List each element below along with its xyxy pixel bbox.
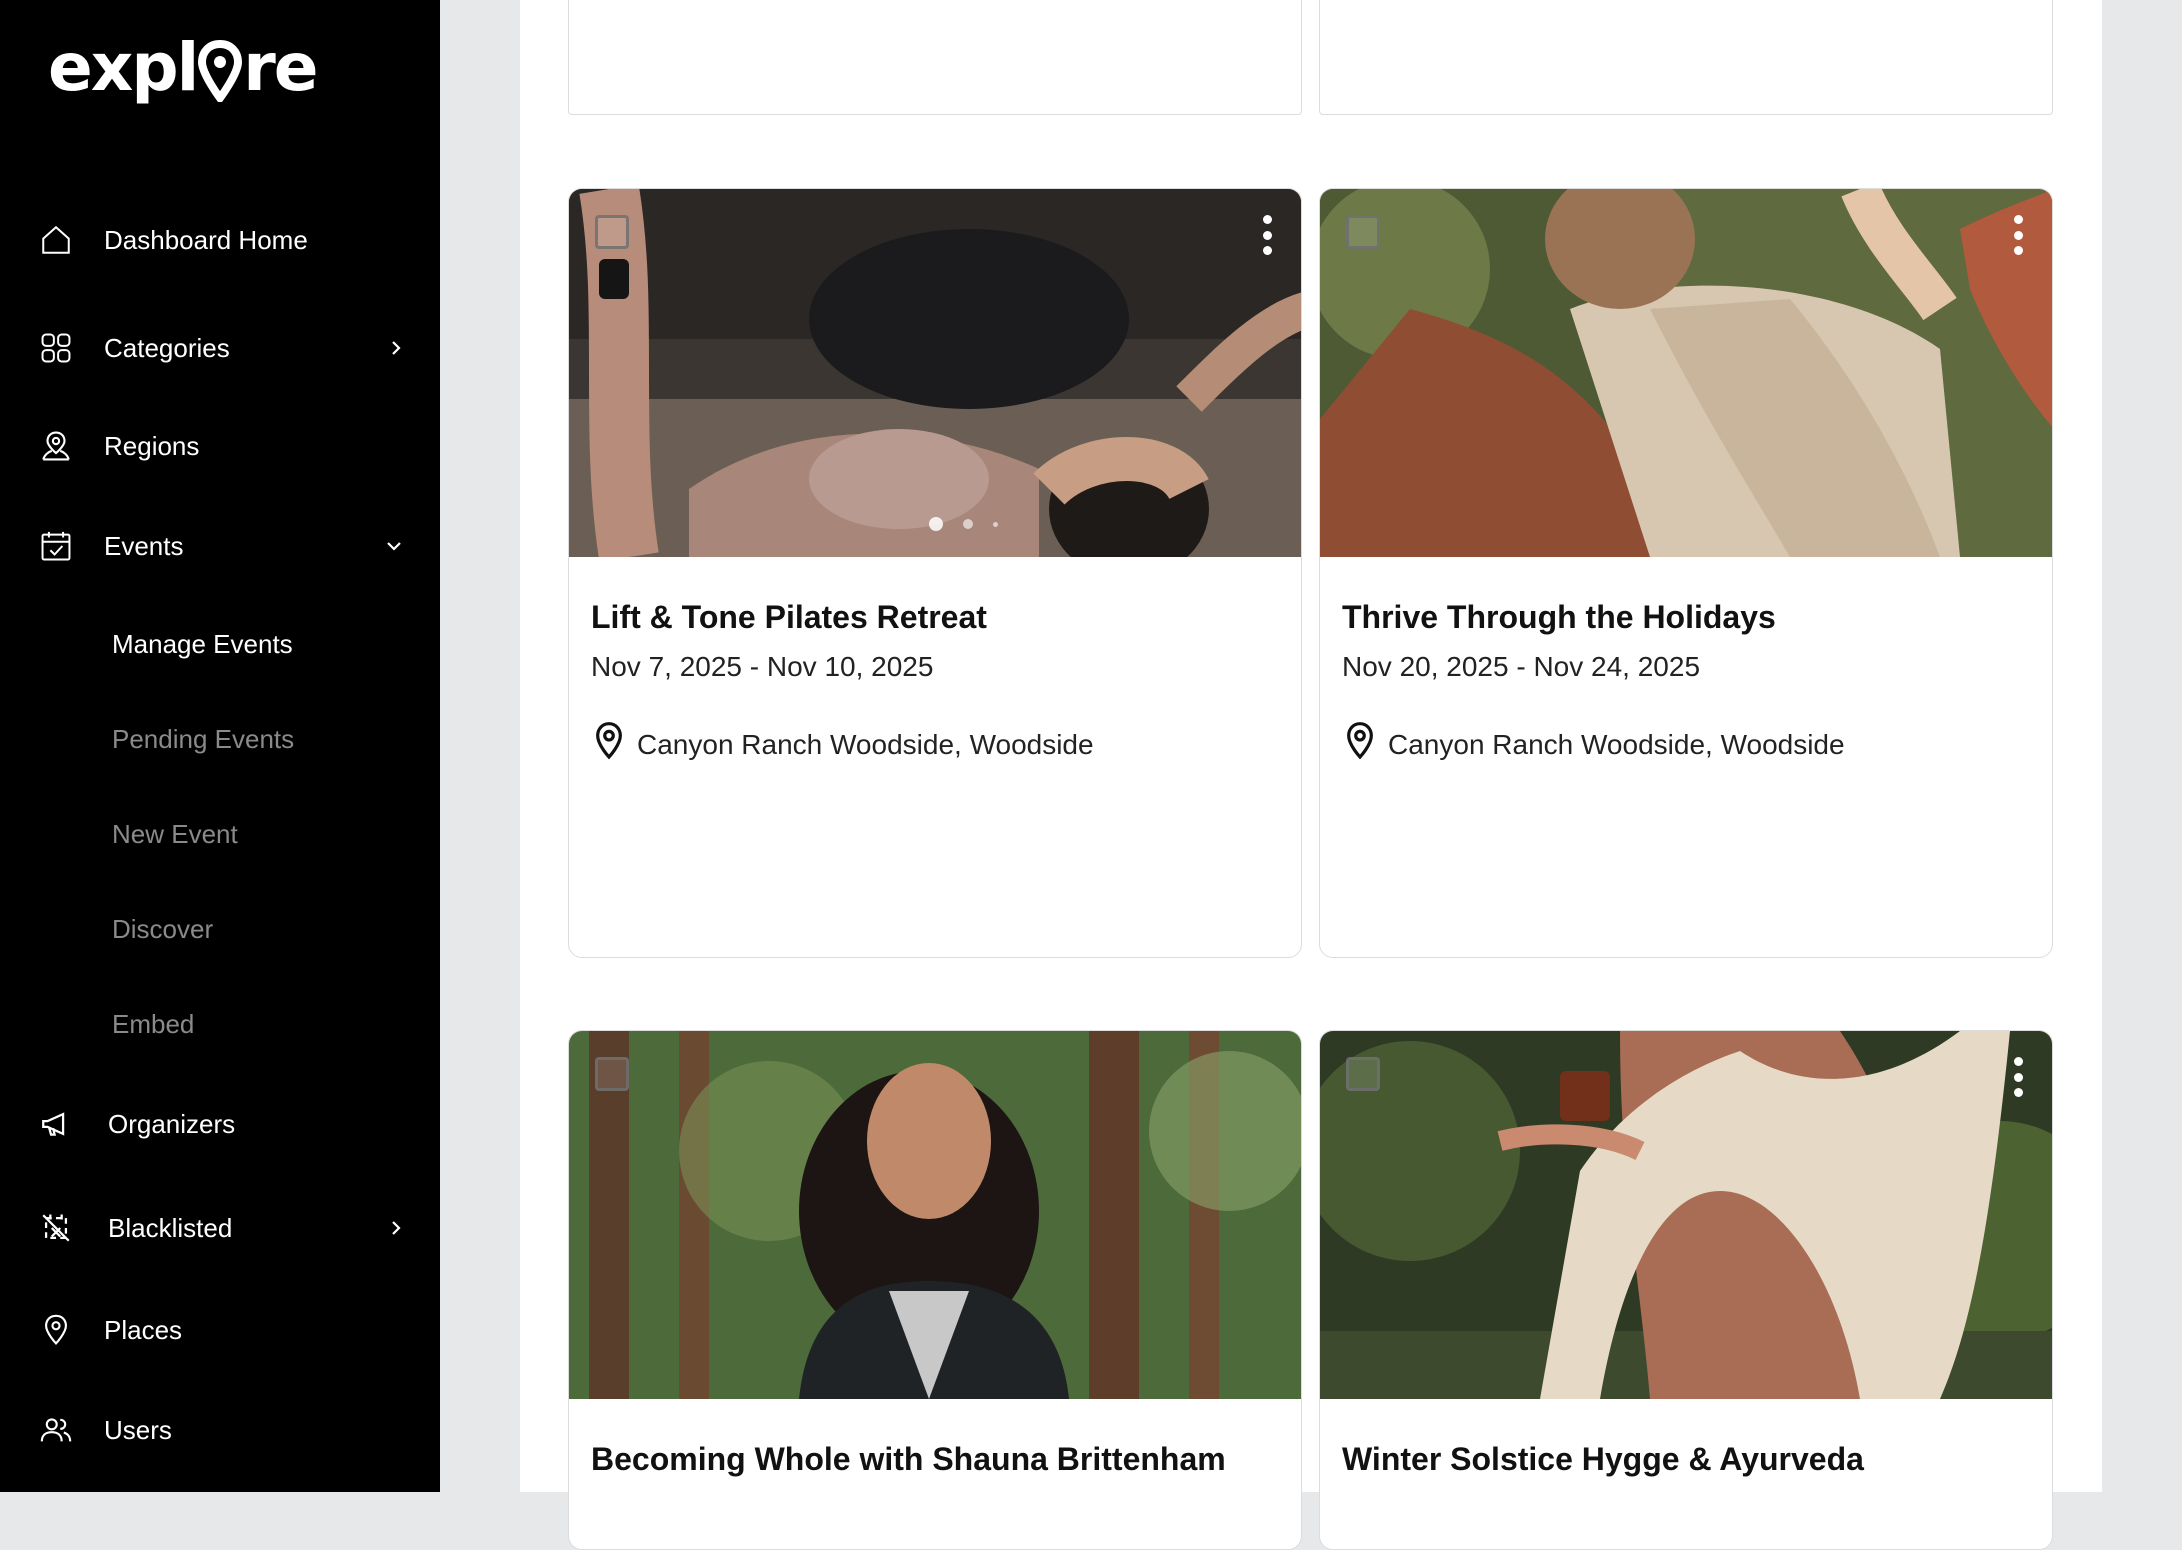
sidebar-item-label: Categories	[104, 332, 230, 363]
carousel-dot[interactable]	[993, 521, 998, 527]
users-icon	[38, 1412, 74, 1448]
event-date: Nov 7, 2025 - Nov 10, 2025	[591, 651, 934, 682]
location-pin-icon	[1344, 721, 1376, 768]
sidebar-item-categories[interactable]: Categories	[0, 318, 440, 378]
event-image	[1320, 189, 2052, 557]
more-options-icon[interactable]	[2010, 1057, 2026, 1097]
sidebar-item-label: Dashboard Home	[104, 224, 308, 255]
calendar-check-icon	[38, 528, 74, 564]
event-location: Canyon Ranch Woodside, Woodside	[1344, 721, 1845, 768]
event-card[interactable]: Winter Solstice Hygge & Ayurveda	[1319, 1030, 2053, 1550]
map-pin-icon	[38, 1312, 74, 1348]
chevron-right-icon	[384, 1216, 408, 1240]
location-pin-icon	[593, 721, 625, 768]
event-card-partial[interactable]	[568, 0, 1302, 115]
sidebar-subitem-embed[interactable]: Embed	[112, 999, 194, 1049]
sidebar-item-label: Regions	[104, 430, 200, 461]
sidebar-item-blacklisted[interactable]: Blacklisted	[0, 1198, 440, 1258]
event-title[interactable]: Becoming Whole with Shauna Brittenham	[591, 1441, 1226, 1478]
sidebar-item-label: Organizers	[108, 1108, 236, 1139]
sidebar-item-organizers[interactable]: Organizers	[0, 1094, 440, 1154]
events-grid-panel: Lift & Tone Pilates Retreat Nov 7, 2025 …	[520, 0, 2102, 1550]
event-title[interactable]: Winter Solstice Hygge & Ayurveda	[1342, 1441, 1864, 1478]
more-options-icon[interactable]	[1259, 215, 1275, 255]
sidebar-item-places[interactable]: Places	[0, 1300, 440, 1360]
sidebar-item-events[interactable]: Events	[0, 516, 440, 576]
event-location-text: Canyon Ranch Woodside, Woodside	[1388, 728, 1845, 760]
logo-text-left: expl	[48, 28, 199, 106]
carousel-dots[interactable]	[929, 517, 998, 531]
megaphone-icon	[38, 1106, 74, 1142]
explore-logo[interactable]: expl re	[48, 22, 319, 112]
user-location-icon	[38, 428, 74, 464]
select-checkbox[interactable]	[1346, 1057, 1380, 1091]
sidebar-item-label: Events	[104, 530, 184, 561]
sidebar-item-users[interactable]: Users	[0, 1400, 440, 1460]
sidebar-item-label: Users	[104, 1414, 172, 1445]
select-checkbox[interactable]	[595, 1057, 629, 1091]
event-title[interactable]: Thrive Through the Holidays	[1342, 599, 1776, 636]
event-card[interactable]: Lift & Tone Pilates Retreat Nov 7, 2025 …	[568, 188, 1302, 958]
event-card-partial[interactable]	[1319, 0, 2053, 115]
select-checkbox[interactable]	[595, 215, 629, 249]
event-title[interactable]: Lift & Tone Pilates Retreat	[591, 599, 987, 636]
chevron-right-icon	[384, 336, 408, 360]
sidebar: expl re Dashboard Home Categories Region…	[0, 0, 440, 1492]
more-options-icon[interactable]	[2010, 215, 2026, 255]
event-card[interactable]: Becoming Whole with Shauna Brittenham	[568, 1030, 1302, 1550]
sidebar-subitem-new-event[interactable]: New Event	[112, 809, 238, 859]
event-location-text: Canyon Ranch Woodside, Woodside	[637, 728, 1094, 760]
home-icon	[38, 222, 74, 258]
event-card[interactable]: Thrive Through the Holidays Nov 20, 2025…	[1319, 188, 2053, 958]
grid-icon	[38, 330, 74, 366]
event-image	[569, 189, 1301, 557]
event-image	[1320, 1031, 2052, 1399]
event-date: Nov 20, 2025 - Nov 24, 2025	[1342, 651, 1701, 682]
carousel-dot[interactable]	[963, 519, 973, 529]
sidebar-subitem-discover[interactable]: Discover	[112, 904, 213, 954]
event-location: Canyon Ranch Woodside, Woodside	[593, 721, 1094, 768]
sidebar-item-label: Places	[104, 1314, 183, 1345]
select-checkbox[interactable]	[1346, 215, 1380, 249]
sidebar-subitem-manage-events[interactable]: Manage Events	[112, 619, 293, 669]
sidebar-subitem-pending-events[interactable]: Pending Events	[112, 714, 294, 764]
logo-pin-icon	[198, 39, 243, 105]
event-image	[569, 1031, 1301, 1399]
chevron-down-icon	[382, 534, 406, 558]
sidebar-item-regions[interactable]: Regions	[0, 416, 440, 476]
blocked-calendar-icon	[38, 1210, 74, 1246]
sidebar-item-dashboard-home[interactable]: Dashboard Home	[0, 210, 440, 270]
logo-text-right: re	[243, 28, 318, 106]
sidebar-item-label: Blacklisted	[108, 1212, 233, 1243]
carousel-dot[interactable]	[929, 517, 943, 531]
